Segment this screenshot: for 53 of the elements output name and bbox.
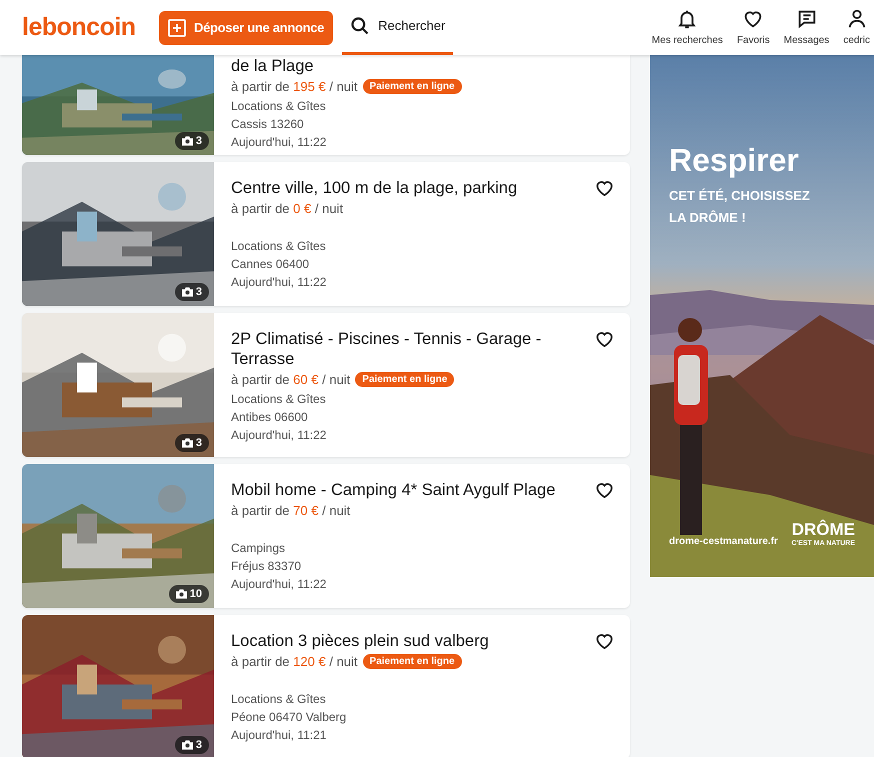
camera-icon (182, 136, 193, 146)
listing-date: Aujourd'hui, 11:22 (231, 134, 328, 150)
listing-card[interactable]: 3 de la Plage à partir de 195 € / nuit Paiement en ligne Locations & Gîtes Cassis 13260 Aujourd'hui, 11:22 (22, 55, 630, 155)
listing-card[interactable]: 3 Centre ville, 100 m de la plage, parking à partir de 0 € / nuit Locations & Gîtes Cannes 06400 Aujourd'hui, 11:22 (22, 162, 630, 306)
online-payment-badge: Paiement en ligne (355, 372, 454, 388)
heart-icon[interactable] (595, 481, 614, 499)
nav-item[interactable]: Favoris (736, 8, 770, 48)
search-icon (350, 16, 370, 36)
heart-icon[interactable] (595, 632, 614, 650)
listing-category: Locations & Gîtes (231, 691, 327, 708)
listing-date: Aujourd'hui, 11:22 (231, 576, 328, 593)
listing-card[interactable]: 10 Mobil home - Camping 4* Saint Aygulf Plage à partir de 70 € / nuit Campings Fréjus 83370 Aujourd'hui, 11:22 (22, 464, 630, 608)
listing-location: Péone 06470 Valberg (231, 709, 348, 726)
listing-title[interactable]: Centre ville, 100 m de la plage, parking (231, 178, 585, 198)
ad-headline: Respirer (669, 141, 800, 179)
heart-icon[interactable] (595, 179, 614, 197)
ad-subline: CET ÉTÉ, CHOISISSEZ LA DRÔME ! (669, 187, 811, 227)
listing-date: Aujourd'hui, 11:22 (231, 426, 328, 444)
listing-card[interactable]: 3 2P Climatisé - Piscines - Tennis - Garage - Terrasse à partir de 60 € / nuit Paiement en ligne Locations & Gîtes Antibes 06600 Aujourd'hui, 11:22 (22, 313, 630, 457)
listing-date: Aujourd'hui, 11:22 (231, 274, 328, 291)
listing-location: Fréjus 83370 (231, 558, 302, 575)
listing-category: Locations & Gîtes (231, 238, 327, 255)
ad-url: drome-cestmanature.fr (669, 535, 778, 549)
listing-category: Locations & Gîtes (231, 390, 327, 408)
listing-location: Cassis 13260 (231, 116, 305, 132)
price-line: à partir de 195 € / nuit (231, 78, 358, 96)
listing-title[interactable]: Location 3 pièces plein sud valberg (231, 631, 585, 651)
camera-icon (182, 740, 193, 750)
listing-date: Aujourd'hui, 11:21 (231, 727, 328, 744)
nav-item[interactable]: Mes recherches (652, 8, 723, 48)
nav-item[interactable]: Messages (784, 8, 830, 48)
listing-category: Locations & Gîtes (231, 98, 327, 114)
listing-title[interactable]: de la Plage (231, 56, 614, 76)
price-line: à partir de 70 € / nuit (231, 502, 350, 520)
camera-icon (182, 287, 193, 297)
listing-category: Campings (231, 540, 286, 557)
ad-brand-logo: DRÔME (792, 520, 855, 538)
price-line: à partir de 0 € / nuit (231, 200, 344, 218)
listing-title[interactable]: Mobil home - Camping 4* Saint Aygulf Plage (231, 480, 585, 500)
camera-icon (176, 589, 187, 599)
photo-count: 10 (168, 585, 209, 603)
nav-item[interactable]: cedric (843, 8, 870, 48)
plus-square-icon (168, 18, 186, 36)
listing-title[interactable]: 2P Climatisé - Piscines - Tennis - Garage - Terrasse (231, 329, 585, 369)
online-payment-badge: Paiement en ligne (362, 79, 462, 94)
price-line: à partir de 60 € / nuit (231, 371, 350, 389)
listing-location: Antibes 06600 (231, 408, 309, 426)
camera-icon (182, 438, 193, 448)
listing-card[interactable]: 3 Location 3 pièces plein sud valberg à partir de 120 € / nuit Paiement en ligne Locations & Gîtes Péone 06470 Valberg Aujourd'hui, 11:21 (22, 615, 630, 757)
online-payment-badge: Paiement en ligne (362, 654, 462, 670)
heart-icon[interactable] (595, 330, 614, 348)
listing-location: Cannes 06400 (231, 256, 310, 273)
price-line: à partir de 120 € / nuit (231, 653, 358, 671)
